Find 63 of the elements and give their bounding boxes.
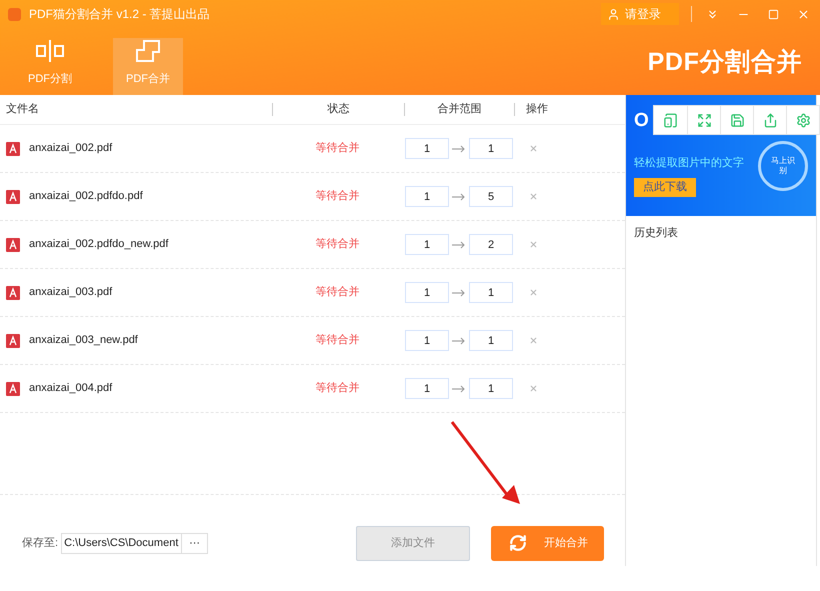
refresh-icon xyxy=(509,534,527,552)
expand-icon[interactable] xyxy=(696,112,712,128)
status-text: 等待合并 xyxy=(314,284,360,300)
download-button[interactable]: 点此下载 xyxy=(634,178,696,196)
window-title: PDF猫分割合并 v1.2 - 菩提山出品 xyxy=(29,6,210,23)
merge-icon xyxy=(135,38,161,62)
file-name: anxaizai_002.pdfdo_new.pdf xyxy=(29,237,168,252)
app-logo-icon xyxy=(8,8,21,20)
pdf-file-icon xyxy=(6,382,20,396)
dropdown-icon[interactable] xyxy=(706,8,719,20)
range-start-field[interactable]: 1 xyxy=(405,282,449,303)
maximize-icon[interactable] xyxy=(768,8,779,20)
range-end-field[interactable]: 2 xyxy=(469,234,513,255)
close-icon[interactable] xyxy=(797,8,810,20)
range-start-field[interactable]: 1 xyxy=(405,138,449,159)
delete-icon[interactable] xyxy=(529,192,538,201)
pdf-file-icon xyxy=(6,142,20,156)
column-header: 状态 xyxy=(326,102,350,118)
status-text: 等待合并 xyxy=(314,332,360,348)
range-start-field[interactable]: 1 xyxy=(405,378,449,399)
pdf-file-icon xyxy=(6,286,20,300)
file-name: anxaizai_002.pdf xyxy=(29,141,112,156)
browse-button[interactable]: ··· xyxy=(182,532,208,554)
range-end-field[interactable]: 1 xyxy=(469,138,513,159)
recognize-badge[interactable]: 马上识别 xyxy=(758,141,808,191)
delete-icon[interactable] xyxy=(529,240,538,249)
file-name: anxaizai_003_new.pdf xyxy=(29,333,138,348)
share-icon[interactable] xyxy=(762,112,778,128)
file-name: anxaizai_003.pdf xyxy=(29,285,112,300)
ad-heading: O xyxy=(634,111,649,130)
save-path-field[interactable]: C:\Users\CS\Document xyxy=(61,532,182,554)
range-start-field[interactable]: 1 xyxy=(405,186,449,207)
save-label: 保存至: xyxy=(22,536,58,551)
range-end-field[interactable]: 5 xyxy=(469,186,513,207)
file-name: anxaizai_002.pdfdo.pdf xyxy=(29,189,143,204)
column-header: 操作 xyxy=(525,102,548,118)
file-name: anxaizai_004.pdf xyxy=(29,381,112,396)
range-end-field[interactable]: 1 xyxy=(469,330,513,351)
status-text: 等待合并 xyxy=(314,188,360,204)
user-icon xyxy=(607,8,620,20)
status-text: 等待合并 xyxy=(314,140,360,156)
ad-tagline: 轻松提取图片中的文字 xyxy=(634,156,744,171)
status-text: 等待合并 xyxy=(314,236,360,252)
delete-icon[interactable] xyxy=(529,336,538,345)
settings-icon[interactable] xyxy=(796,112,810,128)
range-end-field[interactable]: 1 xyxy=(469,378,513,399)
pdf-file-icon xyxy=(6,238,20,252)
pdf-file-icon xyxy=(6,334,20,348)
brand-title: PDF分割合并 xyxy=(648,46,802,78)
column-header: 文件名 xyxy=(5,102,40,118)
status-text: 等待合并 xyxy=(314,380,360,396)
pdf-file-icon xyxy=(6,190,20,204)
save-icon[interactable] xyxy=(730,112,744,128)
range-start-field[interactable]: 1 xyxy=(405,330,449,351)
delete-icon[interactable] xyxy=(529,288,538,297)
column-header: 合并范围 xyxy=(436,102,482,118)
range-start-field[interactable]: 1 xyxy=(405,234,449,255)
delete-icon[interactable] xyxy=(529,384,538,393)
split-icon xyxy=(35,38,65,62)
range-end-field[interactable]: 1 xyxy=(469,282,513,303)
tablet-icon[interactable] xyxy=(663,112,678,128)
delete-icon[interactable] xyxy=(529,144,538,153)
history-title: 历史列表 xyxy=(633,226,679,241)
